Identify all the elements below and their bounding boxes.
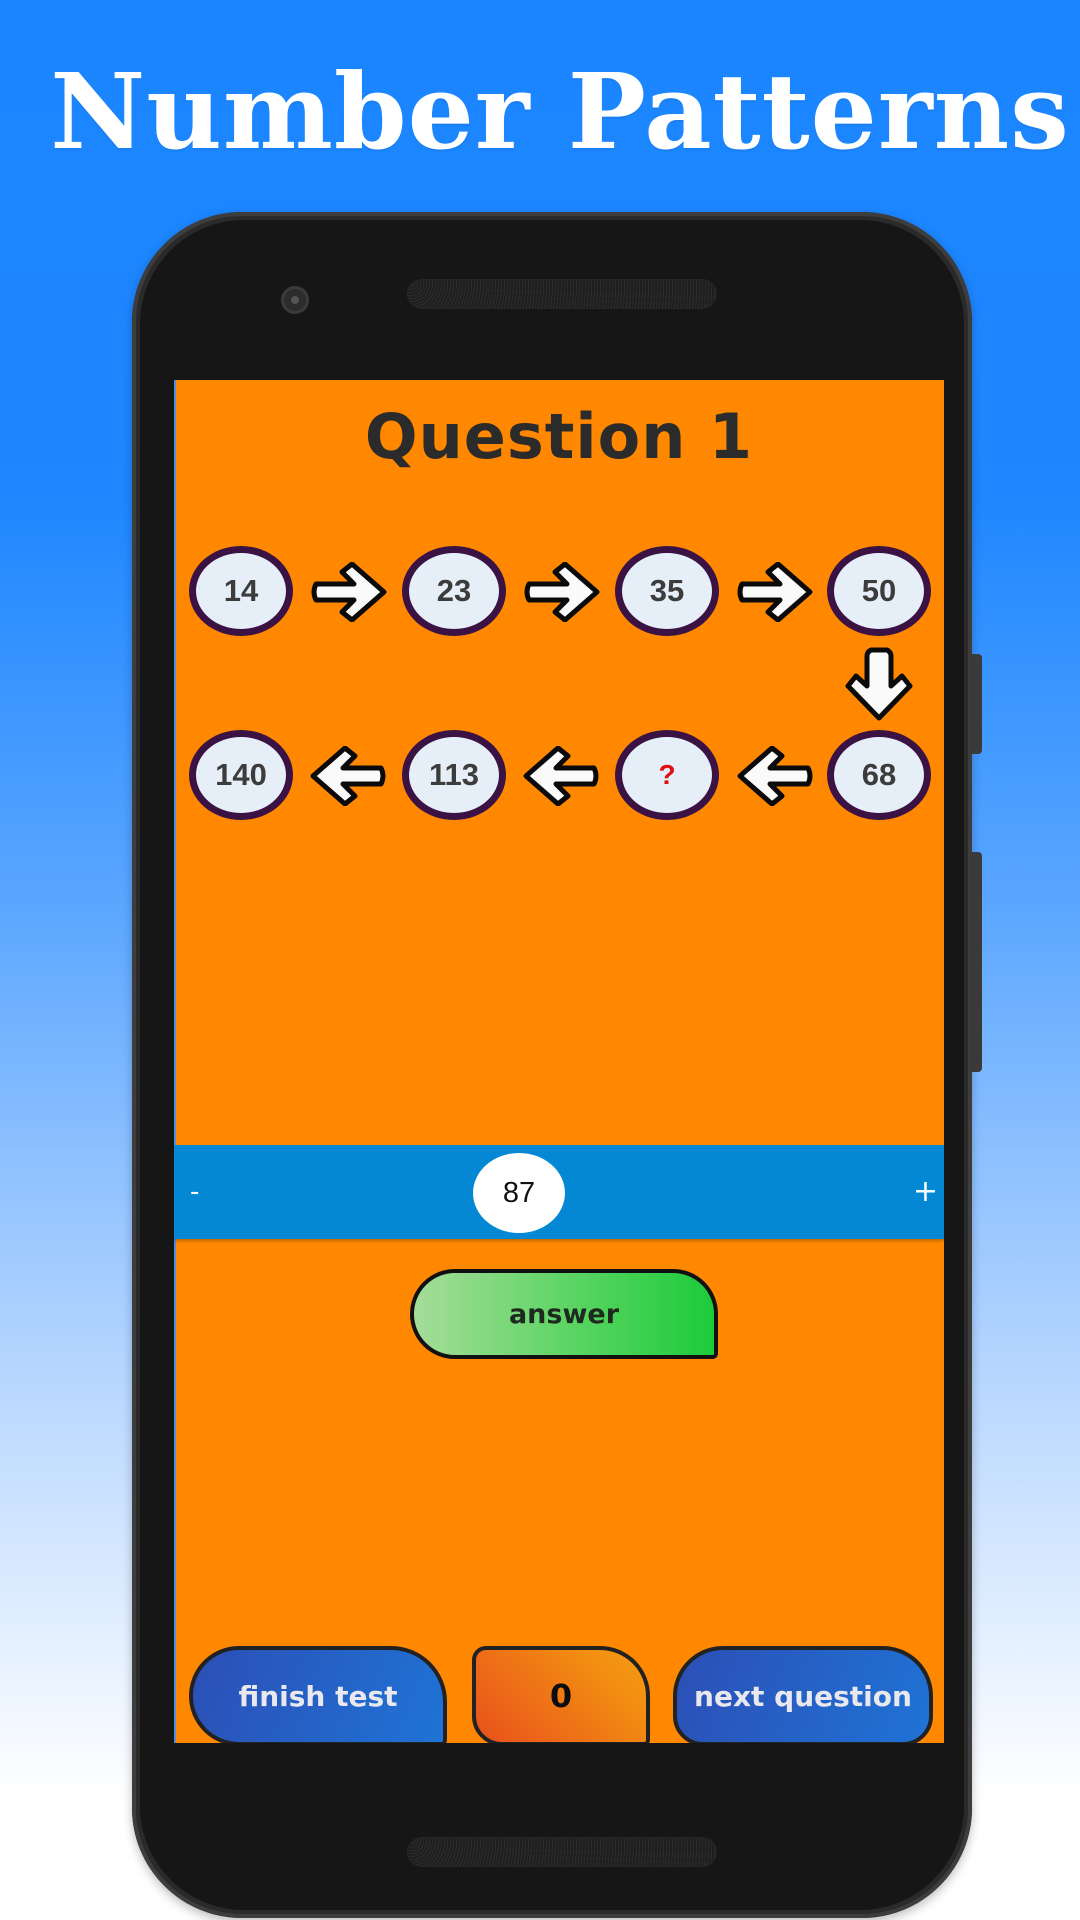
earpiece-speaker <box>408 280 716 308</box>
next-question-button[interactable]: next question <box>673 1646 933 1743</box>
answer-button[interactable]: answer <box>410 1269 718 1359</box>
sequence-node-1: 14 <box>189 546 293 636</box>
sequence-node-2: 23 <box>402 546 506 636</box>
answer-stepper: - 87 + <box>174 1145 944 1239</box>
screen-edge <box>174 380 176 1743</box>
app-screen: Question 1 14 23 35 50 68 ? 113 140 - 87… <box>174 380 944 1743</box>
decrement-button[interactable]: - <box>190 1145 199 1239</box>
arrow-left-icon <box>734 746 814 806</box>
phone-volume-button <box>970 852 982 1072</box>
score-display: 0 <box>472 1646 650 1743</box>
sequence-node-8: 140 <box>189 730 293 820</box>
increment-button[interactable]: + <box>913 1145 938 1239</box>
arrow-right-icon <box>736 562 816 622</box>
arrow-down-icon <box>844 646 914 722</box>
sequence-node-3: 35 <box>615 546 719 636</box>
front-camera-icon <box>281 286 309 314</box>
arrow-left-icon <box>520 746 600 806</box>
sequence-node-7: 113 <box>402 730 506 820</box>
sequence-node-unknown[interactable]: ? <box>615 730 719 820</box>
bottom-speaker <box>408 1838 716 1866</box>
arrow-right-icon <box>310 562 390 622</box>
arrow-left-icon <box>307 746 387 806</box>
phone-power-button <box>970 654 982 754</box>
phone-bezel: Question 1 14 23 35 50 68 ? 113 140 - 87… <box>140 220 964 1910</box>
finish-test-button[interactable]: finish test <box>189 1646 447 1743</box>
phone-frame: Question 1 14 23 35 50 68 ? 113 140 - 87… <box>132 212 982 1918</box>
promo-title: Number Patterns <box>50 50 1070 173</box>
sequence-node-5: 68 <box>827 730 931 820</box>
question-title: Question 1 <box>364 400 754 473</box>
arrow-right-icon <box>523 562 603 622</box>
sequence-node-4: 50 <box>827 546 931 636</box>
stepper-value[interactable]: 87 <box>473 1153 565 1233</box>
